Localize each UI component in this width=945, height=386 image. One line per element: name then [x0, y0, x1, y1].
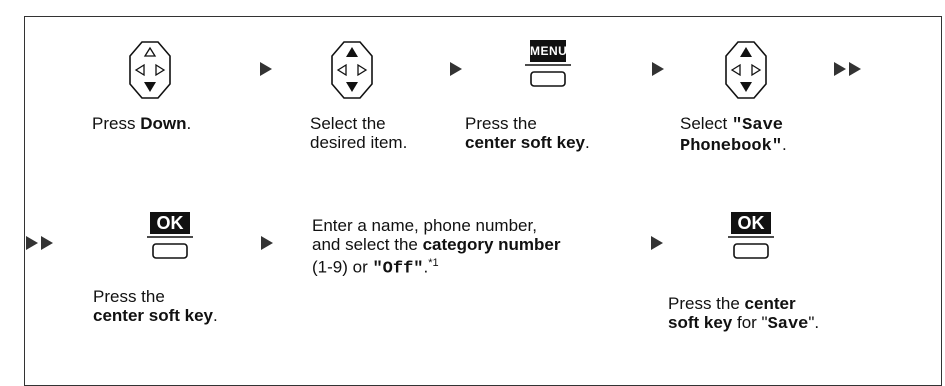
right-arrow-icon — [651, 61, 665, 77]
right-arrow-icon — [650, 235, 664, 251]
step5-text: Press the center soft key. — [93, 287, 218, 325]
double-right-arrow-icon — [833, 61, 863, 77]
menu-key-label: MENU — [530, 40, 567, 62]
double-right-arrow-icon — [25, 235, 55, 251]
step7-text: Press the center soft key for "Save". — [668, 294, 820, 334]
navigator-up-down-icon — [724, 40, 768, 100]
ok-key-label: OK — [731, 212, 771, 234]
ok-soft-key-icon: OK — [726, 212, 776, 272]
navigator-down-icon — [128, 40, 172, 100]
step3-text: Press the center soft key. — [465, 114, 590, 152]
menu-soft-key-icon: MENU — [523, 40, 573, 100]
ok-key-label: OK — [150, 212, 190, 234]
footnote-ref: *1 — [428, 257, 439, 269]
step4-text: Select "Save Phonebook". — [680, 114, 787, 156]
ok-soft-key-icon: OK — [145, 212, 195, 272]
right-arrow-icon — [259, 61, 273, 77]
step6-text: Enter a name, phone number, and select t… — [312, 216, 561, 279]
step1-text: Press Down. — [92, 114, 192, 133]
navigator-up-down-icon — [330, 40, 374, 100]
right-arrow-icon — [260, 235, 274, 251]
right-arrow-icon — [449, 61, 463, 77]
step2-text: Select the desired item. — [310, 114, 408, 152]
